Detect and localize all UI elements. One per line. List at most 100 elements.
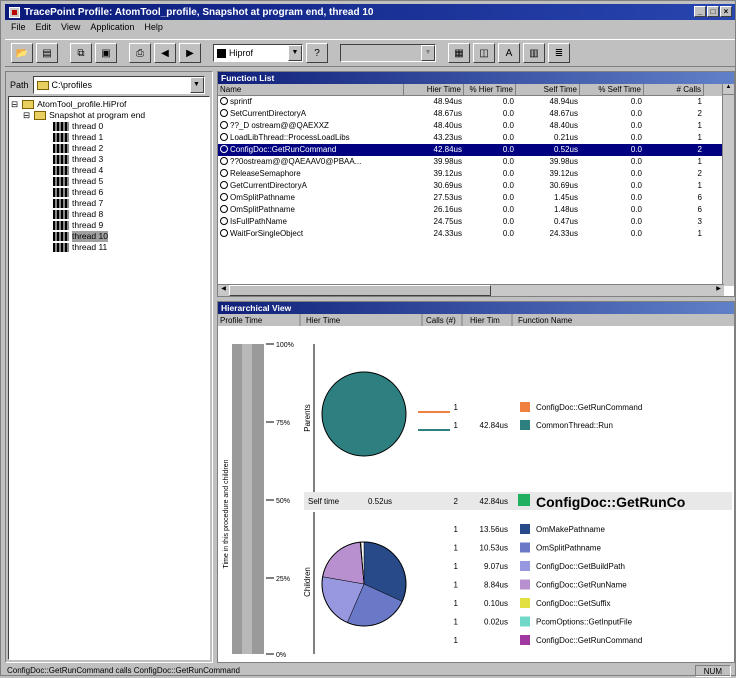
child-swatch: [520, 635, 530, 645]
tree-node[interactable]: thread 3: [11, 154, 207, 165]
tree-node-label: thread 7: [72, 198, 104, 208]
tree-node[interactable]: thread 10: [11, 231, 207, 242]
table-cell: 0.0: [630, 229, 642, 238]
table-row[interactable]: ??0ostream@@QAEAAV0@PBAA... 39.98us 0.0 39.…: [218, 156, 734, 168]
table-cell: 39.12us: [433, 169, 462, 178]
tree-node[interactable]: thread 6: [11, 187, 207, 198]
table-row[interactable]: ReleaseSemaphore 39.12us 0.0 39.12us 0.0 2: [218, 168, 734, 180]
child-swatch: [520, 598, 530, 608]
function-list-vscroll[interactable]: ▲: [722, 84, 734, 286]
table-row[interactable]: IsFullPathName 24.75us 0.0 0.47us 0.0 3: [218, 216, 734, 228]
column-header[interactable]: Hier Time: [404, 84, 464, 96]
collapse-icon[interactable]: ⊟: [11, 99, 18, 110]
column-header[interactable]: % Hier Time: [464, 84, 516, 96]
current-swatch: [518, 494, 530, 506]
child-name: OmMakePathname: [536, 525, 605, 534]
table-cell: 0.0: [502, 109, 514, 118]
parent-time: 42.84us: [480, 421, 508, 430]
table-row[interactable]: SetCurrentDirectoryA 48.67us 0.0 48.67us 0.0…: [218, 108, 734, 120]
table-cell: 0.0: [502, 145, 514, 154]
function-list-panel: Function List Name Hier Time% Hier Time Se…: [217, 71, 735, 297]
table-cell: IsFullPathName: [230, 217, 287, 226]
path-select[interactable]: C:\profiles ▼: [32, 76, 205, 94]
menu-application[interactable]: Application: [90, 22, 134, 36]
tree-node[interactable]: thread 8: [11, 209, 207, 220]
table-cell: 48.67us: [549, 109, 578, 118]
table-row[interactable]: WaitForSingleObject 24.33us 0.0 24.33us 0.0 1: [218, 228, 734, 240]
tree-node[interactable]: ⊟ AtomTool_profile.HiProf: [11, 99, 207, 110]
table-row[interactable]: LoadLibThread::ProcessLoadLibs 43.23us 0.0…: [218, 132, 734, 144]
scroll-thumb[interactable]: [229, 285, 491, 296]
table-cell: 0.0: [502, 133, 514, 142]
tree-node[interactable]: thread 7: [11, 198, 207, 209]
table-row[interactable]: GetCurrentDirectoryA 30.69us 0.0 30.69us 0.0…: [218, 180, 734, 192]
tool-button-3[interactable]: A: [498, 43, 520, 63]
menu-file[interactable]: File: [11, 22, 26, 36]
thread-icon: [53, 177, 69, 186]
table-cell: 2: [697, 109, 702, 118]
close-button[interactable]: ×: [720, 6, 732, 17]
tool-button-1[interactable]: ▦: [448, 43, 470, 63]
table-cell: 1: [697, 121, 702, 130]
minimize-button[interactable]: _: [694, 6, 706, 17]
table-cell: 48.67us: [433, 109, 462, 118]
current-calls: 2: [454, 497, 459, 506]
tree-node[interactable]: thread 4: [11, 165, 207, 176]
tree-node[interactable]: thread 5: [11, 176, 207, 187]
menu-edit[interactable]: Edit: [36, 22, 52, 36]
column-header[interactable]: # Calls: [644, 84, 704, 96]
open-button[interactable]: 📂: [11, 43, 33, 63]
table-cell: 0.0: [630, 97, 642, 106]
children-label: Children: [303, 567, 312, 597]
tree-node[interactable]: thread 2: [11, 143, 207, 154]
table-row[interactable]: ??_D ostream@@QAEXXZ 48.40us 0.0 48.40us 0.0…: [218, 120, 734, 132]
tool-button-2[interactable]: ◫: [473, 43, 495, 63]
profile-tree[interactable]: ⊟ AtomTool_profile.HiProf ⊟ Snapshot at pro…: [8, 96, 210, 660]
table-row[interactable]: OmSplitPathname 26.16us 0.0 1.48us 0.0 6: [218, 204, 734, 216]
tree-node[interactable]: thread 1: [11, 132, 207, 143]
menu-view[interactable]: View: [61, 22, 80, 36]
table-cell: 39.98us: [433, 157, 462, 166]
table-cell: 39.12us: [549, 169, 578, 178]
table-row[interactable]: OmSplitPathname 27.53us 0.0 1.45us 0.0 6: [218, 192, 734, 204]
function-list-body: sprintf 48.94us 0.0 48.94us 0.0 1 SetCurrentDi…: [218, 96, 734, 240]
scroll-up-icon[interactable]: ▲: [723, 84, 734, 95]
table-row[interactable]: ConfigDoc::GetRunCommand 42.84us 0.0 0.52us…: [218, 144, 734, 156]
thread-icon: [53, 122, 69, 131]
child-name: ConfigDoc::GetRunName: [536, 581, 627, 590]
maximize-button[interactable]: □: [707, 6, 719, 17]
tree-node[interactable]: thread 0: [11, 121, 207, 132]
column-header[interactable]: Self Time: [516, 84, 580, 96]
thread-icon: [53, 155, 69, 164]
copy-button[interactable]: ⧉: [70, 43, 92, 63]
table-cell: LoadLibThread::ProcessLoadLibs: [230, 133, 350, 142]
forward-button[interactable]: ▶: [179, 43, 201, 63]
table-cell: 48.40us: [433, 121, 462, 130]
paste-button[interactable]: ▣: [95, 43, 117, 63]
back-button[interactable]: ◀: [154, 43, 176, 63]
tool-button-4[interactable]: ▥: [523, 43, 545, 63]
function-list-hscroll[interactable]: ◀ ▶: [218, 284, 724, 296]
scroll-left-icon[interactable]: ◀: [218, 285, 229, 296]
tree-node-label: thread 1: [72, 132, 104, 142]
column-header[interactable]: % Self Time: [580, 84, 644, 96]
clock-icon: [220, 193, 228, 201]
print-button[interactable]: ⎙: [129, 43, 151, 63]
column-header[interactable]: Name: [218, 84, 404, 96]
tool-button-5[interactable]: ≣: [548, 43, 570, 63]
tree-node[interactable]: ⊟ Snapshot at program end: [11, 110, 207, 121]
scroll-right-icon[interactable]: ▶: [713, 285, 724, 296]
save-button[interactable]: ▤: [36, 43, 58, 63]
table-cell: 0.0: [630, 121, 642, 130]
menu-help[interactable]: Help: [144, 22, 163, 36]
tree-node[interactable]: thread 11: [11, 242, 207, 253]
table-cell: 24.33us: [549, 229, 578, 238]
view-select[interactable]: Hiprof ▼: [213, 44, 303, 62]
table-row[interactable]: sprintf 48.94us 0.0 48.94us 0.0 1: [218, 96, 734, 108]
y-tick-label: 25%: [276, 576, 290, 583]
help-button[interactable]: ?: [306, 43, 328, 63]
collapse-icon[interactable]: ⊟: [23, 110, 30, 121]
child-swatch: [520, 524, 530, 534]
tree-node-label: thread 2: [72, 143, 104, 153]
tree-node[interactable]: thread 9: [11, 220, 207, 231]
